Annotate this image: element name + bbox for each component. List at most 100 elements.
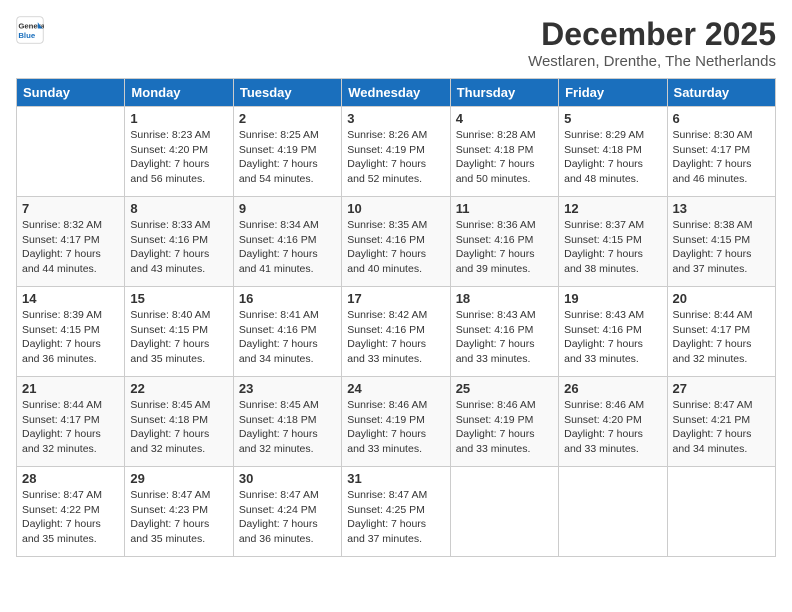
calendar-cell: 7Sunrise: 8:32 AMSunset: 4:17 PMDaylight… bbox=[17, 197, 125, 287]
calendar-cell: 31 Sunrise: 8:47 AMSunset: 4:25 PMDayligh… bbox=[342, 467, 450, 557]
calendar-cell bbox=[667, 467, 775, 557]
calendar-cell: 20 Sunrise: 8:44 AMSunset: 4:17 PMDayligh… bbox=[667, 287, 775, 377]
day-detail: Sunrise: 8:42 AMSunset: 4:16 PMDaylight:… bbox=[347, 308, 444, 367]
day-number: 9 bbox=[239, 201, 336, 216]
logo: General Blue bbox=[16, 16, 44, 44]
header-monday: Monday bbox=[125, 79, 233, 107]
calendar-cell: 25Sunrise: 8:46 AMSunset: 4:19 PMDayligh… bbox=[450, 377, 558, 467]
day-detail: Sunrise: 8:23 AMSunset: 4:20 PMDaylight:… bbox=[130, 128, 227, 187]
calendar-cell: 14Sunrise: 8:39 AMSunset: 4:15 PMDayligh… bbox=[17, 287, 125, 377]
calendar-week-row: 1 Sunrise: 8:23 AMSunset: 4:20 PMDaylight… bbox=[17, 107, 776, 197]
calendar-cell: 22 Sunrise: 8:45 AMSunset: 4:18 PMDayligh… bbox=[125, 377, 233, 467]
calendar-cell: 13Sunrise: 8:38 AMSunset: 4:15 PMDayligh… bbox=[667, 197, 775, 287]
calendar-cell: 10 Sunrise: 8:35 AMSunset: 4:16 PMDayligh… bbox=[342, 197, 450, 287]
day-number: 31 bbox=[347, 471, 444, 486]
day-number: 15 bbox=[130, 291, 227, 306]
calendar-cell: 23 Sunrise: 8:45 AMSunset: 4:18 PMDayligh… bbox=[233, 377, 341, 467]
calendar-cell: 19Sunrise: 8:43 AMSunset: 4:16 PMDayligh… bbox=[559, 287, 667, 377]
day-number: 10 bbox=[347, 201, 444, 216]
calendar-cell: 15Sunrise: 8:40 AMSunset: 4:15 PMDayligh… bbox=[125, 287, 233, 377]
day-detail: Sunrise: 8:47 AMSunset: 4:24 PMDaylight:… bbox=[239, 488, 336, 547]
location-title: Westlaren, Drenthe, The Netherlands bbox=[528, 53, 776, 70]
day-detail: Sunrise: 8:35 AMSunset: 4:16 PMDaylight:… bbox=[347, 218, 444, 277]
day-detail: Sunrise: 8:36 AMSunset: 4:16 PMDaylight:… bbox=[456, 218, 553, 277]
day-number: 20 bbox=[673, 291, 770, 306]
day-number: 11 bbox=[456, 201, 553, 216]
calendar-cell: 21Sunrise: 8:44 AMSunset: 4:17 PMDayligh… bbox=[17, 377, 125, 467]
day-detail: Sunrise: 8:43 AMSunset: 4:16 PMDaylight:… bbox=[564, 308, 661, 367]
calendar-header-row: SundayMondayTuesdayWednesdayThursdayFrid… bbox=[17, 79, 776, 107]
svg-text:Blue: Blue bbox=[18, 31, 36, 40]
day-number: 24 bbox=[347, 381, 444, 396]
day-detail: Sunrise: 8:45 AMSunset: 4:18 PMDaylight:… bbox=[239, 398, 336, 457]
logo-icon: General Blue bbox=[16, 16, 44, 44]
calendar-week-row: 21Sunrise: 8:44 AMSunset: 4:17 PMDayligh… bbox=[17, 377, 776, 467]
calendar-cell: 29 Sunrise: 8:47 AMSunset: 4:23 PMDayligh… bbox=[125, 467, 233, 557]
month-title: December 2025 bbox=[528, 16, 776, 53]
day-detail: Sunrise: 8:43 AMSunset: 4:16 PMDaylight:… bbox=[456, 308, 553, 367]
day-number: 2 bbox=[239, 111, 336, 126]
calendar-cell: 28Sunrise: 8:47 AMSunset: 4:22 PMDayligh… bbox=[17, 467, 125, 557]
calendar-table: SundayMondayTuesdayWednesdayThursdayFrid… bbox=[16, 78, 776, 557]
day-detail: Sunrise: 8:28 AMSunset: 4:18 PMDaylight:… bbox=[456, 128, 553, 187]
day-number: 26 bbox=[564, 381, 661, 396]
day-detail: Sunrise: 8:44 AMSunset: 4:17 PMDaylight:… bbox=[673, 308, 770, 367]
calendar-cell bbox=[17, 107, 125, 197]
calendar-cell: 9Sunrise: 8:34 AMSunset: 4:16 PMDaylight… bbox=[233, 197, 341, 287]
day-detail: Sunrise: 8:26 AMSunset: 4:19 PMDaylight:… bbox=[347, 128, 444, 187]
header-thursday: Thursday bbox=[450, 79, 558, 107]
day-detail: Sunrise: 8:25 AMSunset: 4:19 PMDaylight:… bbox=[239, 128, 336, 187]
day-number: 23 bbox=[239, 381, 336, 396]
calendar-cell: 5 Sunrise: 8:29 AMSunset: 4:18 PMDaylight… bbox=[559, 107, 667, 197]
day-detail: Sunrise: 8:37 AMSunset: 4:15 PMDaylight:… bbox=[564, 218, 661, 277]
calendar-cell: 24 Sunrise: 8:46 AMSunset: 4:19 PMDayligh… bbox=[342, 377, 450, 467]
day-detail: Sunrise: 8:33 AMSunset: 4:16 PMDaylight:… bbox=[130, 218, 227, 277]
day-number: 29 bbox=[130, 471, 227, 486]
day-number: 21 bbox=[22, 381, 119, 396]
calendar-week-row: 28Sunrise: 8:47 AMSunset: 4:22 PMDayligh… bbox=[17, 467, 776, 557]
header-saturday: Saturday bbox=[667, 79, 775, 107]
day-number: 25 bbox=[456, 381, 553, 396]
calendar-cell: 4 Sunrise: 8:28 AMSunset: 4:18 PMDaylight… bbox=[450, 107, 558, 197]
day-number: 5 bbox=[564, 111, 661, 126]
calendar-cell: 30 Sunrise: 8:47 AMSunset: 4:24 PMDayligh… bbox=[233, 467, 341, 557]
day-number: 22 bbox=[130, 381, 227, 396]
day-detail: Sunrise: 8:41 AMSunset: 4:16 PMDaylight:… bbox=[239, 308, 336, 367]
day-detail: Sunrise: 8:47 AMSunset: 4:23 PMDaylight:… bbox=[130, 488, 227, 547]
header-tuesday: Tuesday bbox=[233, 79, 341, 107]
calendar-cell: 27Sunrise: 8:47 AMSunset: 4:21 PMDayligh… bbox=[667, 377, 775, 467]
calendar-cell bbox=[450, 467, 558, 557]
day-detail: Sunrise: 8:45 AMSunset: 4:18 PMDaylight:… bbox=[130, 398, 227, 457]
calendar-cell: 11 Sunrise: 8:36 AMSunset: 4:16 PMDayligh… bbox=[450, 197, 558, 287]
title-area: December 2025 Westlaren, Drenthe, The Ne… bbox=[528, 16, 776, 70]
day-number: 17 bbox=[347, 291, 444, 306]
calendar-cell: 3Sunrise: 8:26 AMSunset: 4:19 PMDaylight… bbox=[342, 107, 450, 197]
day-detail: Sunrise: 8:47 AMSunset: 4:22 PMDaylight:… bbox=[22, 488, 119, 547]
calendar-cell: 17 Sunrise: 8:42 AMSunset: 4:16 PMDayligh… bbox=[342, 287, 450, 377]
day-detail: Sunrise: 8:46 AMSunset: 4:20 PMDaylight:… bbox=[564, 398, 661, 457]
day-number: 6 bbox=[673, 111, 770, 126]
day-detail: Sunrise: 8:47 AMSunset: 4:25 PMDaylight:… bbox=[347, 488, 444, 547]
day-detail: Sunrise: 8:46 AMSunset: 4:19 PMDaylight:… bbox=[347, 398, 444, 457]
calendar-cell bbox=[559, 467, 667, 557]
calendar-cell: 6Sunrise: 8:30 AMSunset: 4:17 PMDaylight… bbox=[667, 107, 775, 197]
calendar-cell: 18Sunrise: 8:43 AMSunset: 4:16 PMDayligh… bbox=[450, 287, 558, 377]
header-wednesday: Wednesday bbox=[342, 79, 450, 107]
day-detail: Sunrise: 8:32 AMSunset: 4:17 PMDaylight:… bbox=[22, 218, 119, 277]
calendar-cell: 16 Sunrise: 8:41 AMSunset: 4:16 PMDayligh… bbox=[233, 287, 341, 377]
day-number: 16 bbox=[239, 291, 336, 306]
day-number: 12 bbox=[564, 201, 661, 216]
calendar-cell: 12 Sunrise: 8:37 AMSunset: 4:15 PMDayligh… bbox=[559, 197, 667, 287]
calendar-cell: 1 Sunrise: 8:23 AMSunset: 4:20 PMDaylight… bbox=[125, 107, 233, 197]
day-number: 1 bbox=[130, 111, 227, 126]
day-number: 30 bbox=[239, 471, 336, 486]
day-detail: Sunrise: 8:29 AMSunset: 4:18 PMDaylight:… bbox=[564, 128, 661, 187]
calendar-cell: 8 Sunrise: 8:33 AMSunset: 4:16 PMDaylight… bbox=[125, 197, 233, 287]
calendar-week-row: 7Sunrise: 8:32 AMSunset: 4:17 PMDaylight… bbox=[17, 197, 776, 287]
day-number: 14 bbox=[22, 291, 119, 306]
day-number: 4 bbox=[456, 111, 553, 126]
day-number: 13 bbox=[673, 201, 770, 216]
calendar-cell: 26 Sunrise: 8:46 AMSunset: 4:20 PMDayligh… bbox=[559, 377, 667, 467]
header-sunday: Sunday bbox=[17, 79, 125, 107]
day-number: 8 bbox=[130, 201, 227, 216]
